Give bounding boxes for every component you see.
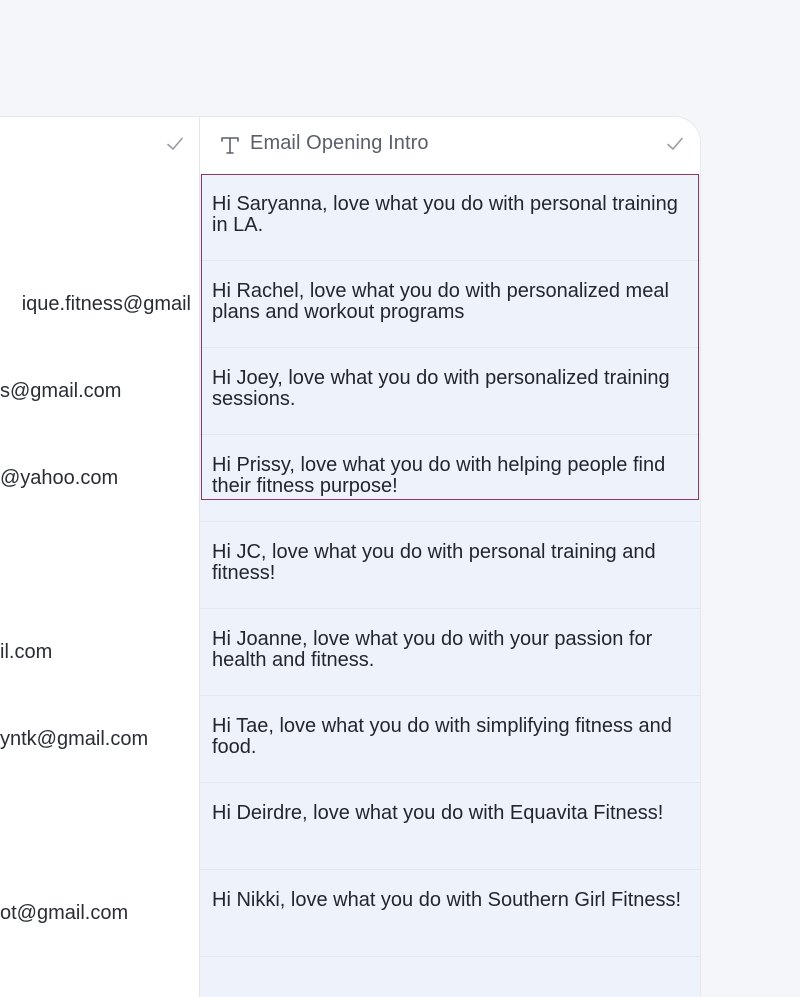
email-cell[interactable]: ot@gmail.com (0, 870, 199, 957)
email-value: ique.fitness@gmail (21, 293, 191, 315)
intro-text: Hi Tae, love what you do with simplifyin… (212, 715, 672, 758)
table-row: s@gmail.com Hi Joey, love what you do wi… (0, 348, 700, 436)
table-row: yntk@gmail.com Hi Tae, love what you do … (0, 696, 700, 784)
table-row (0, 957, 700, 997)
email-value: il.com (0, 641, 53, 663)
email-cell[interactable] (0, 783, 199, 870)
email-cell[interactable]: il.com (0, 609, 199, 696)
intro-cell[interactable]: Hi JC, love what you do with personal tr… (200, 522, 700, 609)
text-type-icon (220, 134, 240, 156)
intro-text: Hi Saryanna, love what you do with perso… (212, 193, 678, 236)
check-icon[interactable] (666, 135, 684, 153)
intro-text: Hi Joey, love what you do with personali… (212, 367, 670, 410)
email-cell[interactable]: @yahoo.com (0, 435, 199, 522)
intro-cell[interactable]: Hi Joanne, love what you do with your pa… (200, 609, 700, 696)
column-header-email-opening-intro[interactable]: Email Opening Intro (250, 132, 429, 155)
email-cell[interactable]: yntk@gmail.com (0, 696, 199, 783)
intro-text: Hi JC, love what you do with personal tr… (212, 541, 656, 584)
intro-text: Hi Rachel, love what you do with persona… (212, 280, 669, 323)
table-row: Hi Deirdre, love what you do with Equavi… (0, 783, 700, 871)
email-cell[interactable] (0, 957, 199, 997)
intro-cell[interactable]: Hi Prissy, love what you do with helping… (200, 435, 700, 522)
intro-cell[interactable]: Hi Saryanna, love what you do with perso… (200, 174, 700, 261)
email-value: @yahoo.com (0, 467, 119, 489)
intro-cell[interactable]: Hi Tae, love what you do with simplifyin… (200, 696, 700, 783)
email-cell[interactable] (0, 174, 199, 261)
table-row: Hi JC, love what you do with personal tr… (0, 522, 700, 610)
intro-cell[interactable]: Hi Deirdre, love what you do with Equavi… (200, 783, 700, 870)
intro-text: Hi Joanne, love what you do with your pa… (212, 628, 653, 671)
intro-cell[interactable]: Hi Nikki, love what you do with Southern… (200, 870, 700, 957)
email-cell[interactable]: ique.fitness@gmail (0, 261, 199, 348)
email-value: yntk@gmail.com (0, 728, 149, 750)
intro-cell[interactable] (200, 957, 700, 997)
email-cell[interactable] (0, 522, 199, 609)
table-row: il.com Hi Joanne, love what you do with … (0, 609, 700, 697)
email-value: ot@gmail.com (0, 902, 129, 924)
table-header: Email Opening Intro (0, 117, 700, 175)
email-value: s@gmail.com (0, 380, 122, 402)
intro-text: Hi Deirdre, love what you do with Equavi… (212, 802, 664, 824)
intro-text: Hi Prissy, love what you do with helping… (212, 454, 666, 497)
table-row: ot@gmail.com Hi Nikki, love what you do … (0, 870, 700, 958)
intro-text: Hi Nikki, love what you do with Southern… (212, 889, 682, 911)
table-row: ique.fitness@gmail Hi Rachel, love what … (0, 261, 700, 349)
spreadsheet-table: Email Opening Intro Hi Saryanna, love wh… (0, 117, 700, 997)
intro-cell[interactable]: Hi Rachel, love what you do with persona… (200, 261, 700, 348)
table-row: Hi Saryanna, love what you do with perso… (0, 174, 700, 262)
intro-cell[interactable]: Hi Joey, love what you do with personali… (200, 348, 700, 435)
check-icon[interactable] (166, 135, 184, 153)
table-row: @yahoo.com Hi Prissy, love what you do w… (0, 435, 700, 523)
email-cell[interactable]: s@gmail.com (0, 348, 199, 435)
column-divider[interactable] (199, 117, 200, 997)
